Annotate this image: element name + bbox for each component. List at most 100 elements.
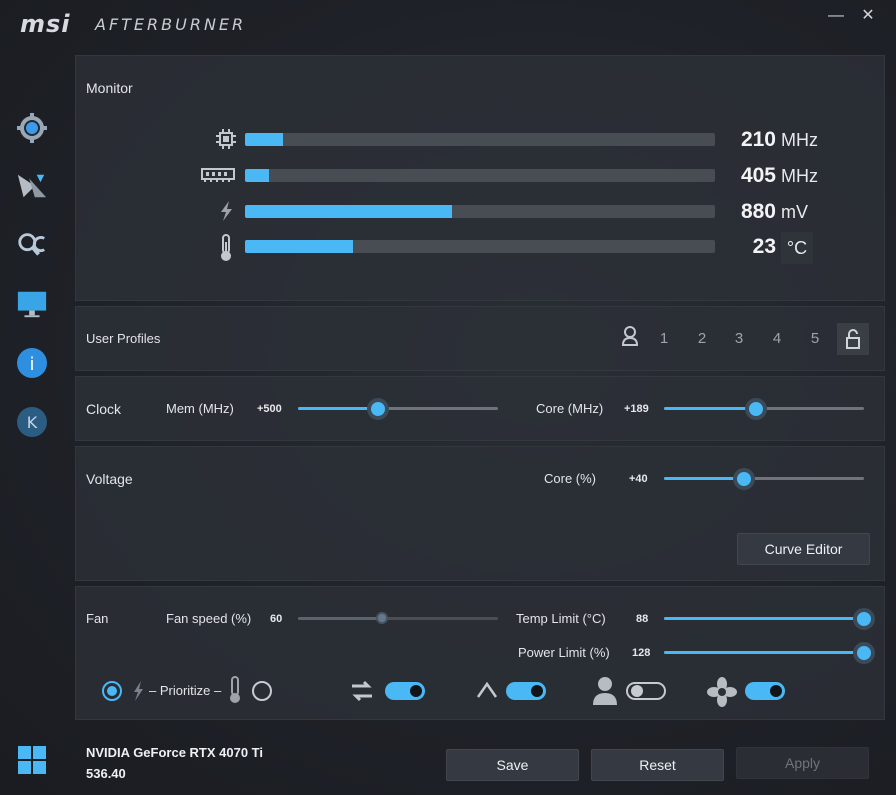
temperature-bar xyxy=(245,240,715,253)
power-limit-slider-knob[interactable] xyxy=(853,642,875,664)
temp-limit-value: 88 xyxy=(636,613,649,625)
profile-lock-button[interactable] xyxy=(837,323,869,355)
settings-button[interactable] xyxy=(16,112,48,144)
hardware-monitor-button[interactable] xyxy=(16,229,48,261)
gpu-clock-unit: MHz xyxy=(781,130,818,150)
chip-icon xyxy=(214,128,238,150)
thermometer-icon xyxy=(214,234,238,262)
clock-title: Clock xyxy=(86,401,122,417)
voltage-bar-fill xyxy=(245,205,452,218)
fan-icon xyxy=(707,677,737,707)
gpu-clock-bar xyxy=(245,133,715,146)
profile-slot-5[interactable]: 5 xyxy=(803,325,827,353)
profile-user-icon[interactable] xyxy=(618,325,642,353)
mem-clock-bar-fill xyxy=(245,169,269,182)
reset-button[interactable]: Reset xyxy=(591,749,724,781)
mem-clock-slider-knob[interactable] xyxy=(367,398,389,420)
mem-clock-bar xyxy=(245,169,715,182)
core-voltage-value: +40 xyxy=(629,473,648,485)
core-clock-offset-value: +189 xyxy=(624,403,649,415)
core-clock-label: Core (MHz) xyxy=(536,401,604,416)
mem-clock-label: Mem (MHz) xyxy=(166,401,234,416)
user-toggle[interactable] xyxy=(626,682,666,700)
core-voltage-slider[interactable] xyxy=(664,468,864,490)
prioritize-power-radio[interactable] xyxy=(102,681,122,701)
prioritize-label: – Prioritize – xyxy=(149,683,222,698)
temperature-value: 23 xyxy=(752,235,776,258)
voltage-value: 880 xyxy=(740,200,776,223)
mem-clock-unit: MHz xyxy=(781,166,818,186)
core-voltage-label: Core (%) xyxy=(544,471,597,486)
temp-limit-slider[interactable] xyxy=(664,608,875,630)
fan-auto-toggle[interactable] xyxy=(745,682,785,700)
fan-panel: Fan Fan speed (%) 60 Temp Limit (°C) 88 … xyxy=(75,586,885,720)
apply-button[interactable]: Apply xyxy=(736,747,869,779)
power-limit-value: 128 xyxy=(632,647,651,659)
sync-toggle[interactable] xyxy=(385,682,425,700)
save-button[interactable]: Save xyxy=(446,749,579,781)
profiles-panel: User Profiles 1 2 3 4 5 xyxy=(75,306,885,371)
svg-text:i: i xyxy=(29,354,34,375)
unlock-icon xyxy=(846,329,860,349)
msi-logo: msi xyxy=(20,10,71,38)
power-limit-slider[interactable] xyxy=(664,642,875,664)
thermometer-icon xyxy=(230,676,240,703)
temperature-bar-fill xyxy=(245,240,354,253)
fan-speed-value: 60 xyxy=(270,613,283,625)
oc-scanner-button[interactable] xyxy=(16,170,48,202)
temp-limit-label: Temp Limit (°C) xyxy=(516,611,606,626)
voltage-unit: mV xyxy=(781,202,808,222)
kombustor-button[interactable]: K xyxy=(16,406,48,438)
gpu-clock-value: 210 xyxy=(740,128,776,151)
monitor-panel: Monitor 210 MHz 405 MHz 880 mV 23 °C xyxy=(75,55,885,301)
title-bar: msi AFTERBURNER — ✕ xyxy=(0,0,896,50)
prioritize-temp-radio[interactable] xyxy=(252,681,272,701)
svg-text:K: K xyxy=(27,413,38,432)
fan-speed-slider[interactable] xyxy=(298,612,498,624)
fan-speed-slider-knob[interactable] xyxy=(376,612,388,624)
app-title: AFTERBURNER xyxy=(95,15,247,34)
auto-toggle[interactable] xyxy=(506,682,546,700)
windows-icon xyxy=(18,746,46,774)
monitor-icon xyxy=(17,291,47,318)
search-icon xyxy=(18,233,45,256)
voltage-panel: Voltage Core (%) +40 Curve Editor xyxy=(75,446,885,581)
clock-panel: Clock Mem (MHz) +500 Core (MHz) +189 xyxy=(75,376,885,441)
sync-arrows-icon xyxy=(352,680,372,702)
user-icon xyxy=(593,677,617,705)
voltage-title: Voltage xyxy=(86,471,133,487)
memory-icon xyxy=(200,164,236,186)
gpu-clock-bar-fill xyxy=(245,133,283,146)
profile-slot-2[interactable]: 2 xyxy=(690,325,714,353)
display-button[interactable] xyxy=(16,288,48,320)
info-button[interactable]: i xyxy=(16,347,48,379)
close-button[interactable]: ✕ xyxy=(858,6,878,26)
profile-slot-4[interactable]: 4 xyxy=(765,325,789,353)
afterburner-window: msi AFTERBURNER — ✕ i K Monitor 210 MHz xyxy=(0,0,896,795)
windows-button[interactable] xyxy=(16,744,48,776)
lightning-icon xyxy=(134,681,143,701)
fan-title: Fan xyxy=(86,611,109,626)
mem-clock-slider[interactable] xyxy=(298,398,498,420)
curve-editor-button[interactable]: Curve Editor xyxy=(737,533,870,565)
mem-clock-value: 405 xyxy=(740,164,776,187)
temp-limit-slider-knob[interactable] xyxy=(853,608,875,630)
lightning-icon xyxy=(214,200,238,222)
profile-slot-3[interactable]: 3 xyxy=(727,325,751,353)
gpu-name: NVIDIA GeForce RTX 4070 Ti xyxy=(86,745,264,760)
power-limit-label: Power Limit (%) xyxy=(518,645,610,660)
profile-slot-1[interactable]: 1 xyxy=(652,325,676,353)
minimize-button[interactable]: — xyxy=(826,6,846,26)
voltage-bar xyxy=(245,205,715,218)
mem-clock-offset-value: +500 xyxy=(257,403,282,415)
driver-version: 536.40 xyxy=(86,766,126,781)
auto-icon xyxy=(476,681,498,698)
k-icon: K xyxy=(17,407,47,437)
core-clock-slider[interactable] xyxy=(664,398,864,420)
temperature-unit-toggle[interactable]: °C xyxy=(781,232,813,264)
fan-speed-label: Fan speed (%) xyxy=(166,611,252,626)
gear-icon xyxy=(17,113,47,143)
core-voltage-slider-knob[interactable] xyxy=(733,468,755,490)
core-clock-slider-knob[interactable] xyxy=(745,398,767,420)
profiles-title: User Profiles xyxy=(86,331,161,346)
